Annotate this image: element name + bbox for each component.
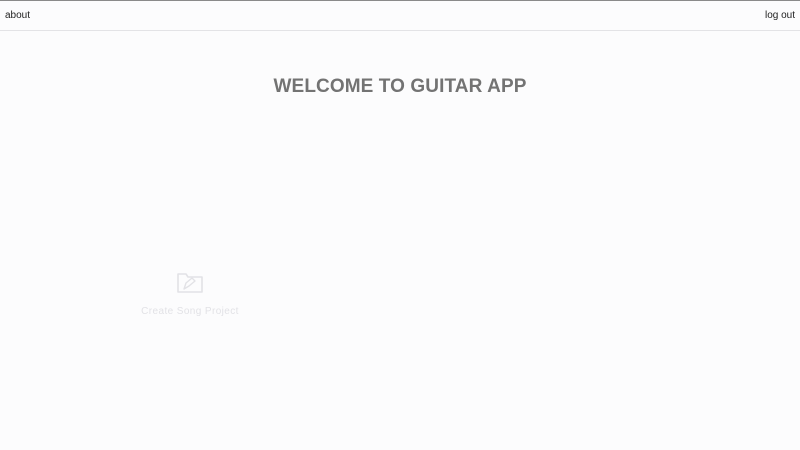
- app-window: about log out WELCOME TO GUITAR APP Crea…: [0, 0, 800, 450]
- log-out-link[interactable]: log out: [765, 10, 795, 22]
- folder-edit-icon: [176, 270, 204, 294]
- page-title: WELCOME TO GUITAR APP: [273, 76, 527, 97]
- create-song-project-label: Create Song Project: [141, 306, 239, 317]
- create-song-project-button[interactable]: Create Song Project: [135, 263, 245, 325]
- about-link[interactable]: about: [5, 10, 30, 22]
- top-nav-bar: about log out: [0, 1, 800, 31]
